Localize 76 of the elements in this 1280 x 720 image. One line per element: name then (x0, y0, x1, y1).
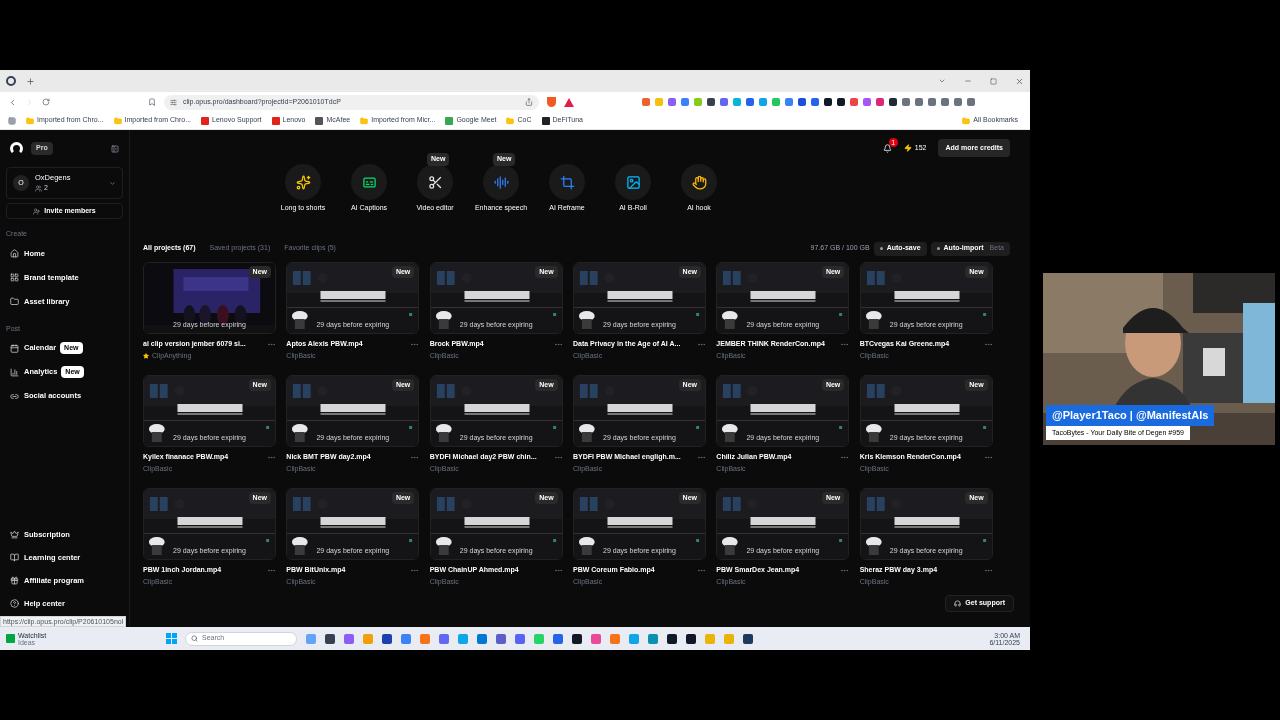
logo-icon[interactable] (10, 142, 23, 155)
more-icon[interactable] (983, 566, 993, 575)
apps-icon[interactable] (8, 116, 16, 125)
close-icon[interactable] (1015, 76, 1024, 86)
dropdown-icon (109, 179, 116, 187)
more-icon[interactable] (553, 566, 563, 575)
captions-icon (361, 174, 377, 190)
home-icon (10, 249, 19, 258)
more-icon[interactable] (553, 340, 563, 349)
folder-icon (10, 297, 19, 306)
help-icon (10, 599, 19, 608)
scissors-icon (427, 174, 443, 190)
app-icon[interactable] (382, 633, 392, 644)
app-icon[interactable] (743, 633, 753, 644)
add-user-icon (33, 207, 41, 215)
sparkle-icon (295, 174, 311, 190)
collapse-icon[interactable] (111, 144, 119, 153)
image-icon (625, 174, 641, 190)
app-icon[interactable] (667, 633, 677, 644)
reload-icon[interactable] (42, 98, 50, 106)
folder-icon (360, 116, 369, 125)
shield-icon[interactable] (547, 97, 556, 107)
search-icon (191, 635, 198, 642)
more-icon[interactable] (267, 453, 276, 462)
more-icon[interactable] (553, 453, 563, 462)
folder-icon (26, 116, 34, 125)
tool-button[interactable] (615, 164, 651, 200)
new-tab-icon[interactable] (26, 76, 35, 86)
tool-button[interactable] (351, 164, 387, 200)
browser-tab-icon[interactable] (6, 76, 16, 86)
link-icon (10, 391, 19, 401)
more-icon[interactable] (697, 453, 706, 462)
headset-icon (954, 600, 962, 607)
credits-icon (903, 144, 912, 152)
star-icon (143, 353, 149, 359)
tool-button[interactable] (285, 164, 321, 200)
more-icon[interactable] (267, 566, 276, 575)
more-icon[interactable] (840, 566, 850, 575)
more-icon[interactable] (697, 340, 706, 349)
crown-icon (10, 530, 19, 539)
book-icon (10, 553, 19, 562)
notification-icon[interactable] (882, 143, 892, 153)
more-icon[interactable] (267, 340, 276, 349)
tab-list-icon[interactable] (938, 77, 946, 85)
start-icon[interactable] (166, 633, 177, 644)
back-icon[interactable] (8, 97, 17, 107)
folder-icon (113, 116, 122, 125)
app-icon[interactable] (572, 633, 582, 644)
more-icon[interactable] (983, 340, 993, 349)
app-icon[interactable] (325, 633, 335, 644)
share-icon[interactable] (525, 98, 533, 106)
more-icon[interactable] (410, 340, 420, 349)
app-icon[interactable] (686, 633, 696, 644)
crop-icon (559, 174, 575, 190)
members-icon (35, 185, 42, 193)
tool-button[interactable] (417, 164, 453, 200)
tool-button[interactable] (681, 164, 717, 200)
more-icon[interactable] (697, 566, 706, 575)
more-icon[interactable] (983, 453, 993, 462)
bookmark-icon[interactable] (148, 98, 156, 106)
site-settings-icon[interactable] (170, 98, 177, 106)
bar-chart-icon (10, 367, 19, 377)
more-icon[interactable] (840, 340, 850, 349)
more-icon[interactable] (840, 453, 850, 462)
folder-icon (506, 116, 515, 125)
handles-banner: @Player1Taco | @ManifestAIs (1046, 405, 1215, 426)
folder-icon (962, 116, 971, 125)
minimize-icon[interactable] (964, 77, 972, 85)
maximize-icon[interactable] (990, 77, 997, 85)
grid-icon (10, 273, 19, 282)
sound-wave-icon (493, 174, 509, 190)
hand-icon (691, 174, 707, 190)
more-icon[interactable] (410, 453, 420, 462)
gift-icon (10, 576, 19, 585)
calendar-icon (10, 343, 19, 353)
more-icon[interactable] (410, 566, 420, 575)
